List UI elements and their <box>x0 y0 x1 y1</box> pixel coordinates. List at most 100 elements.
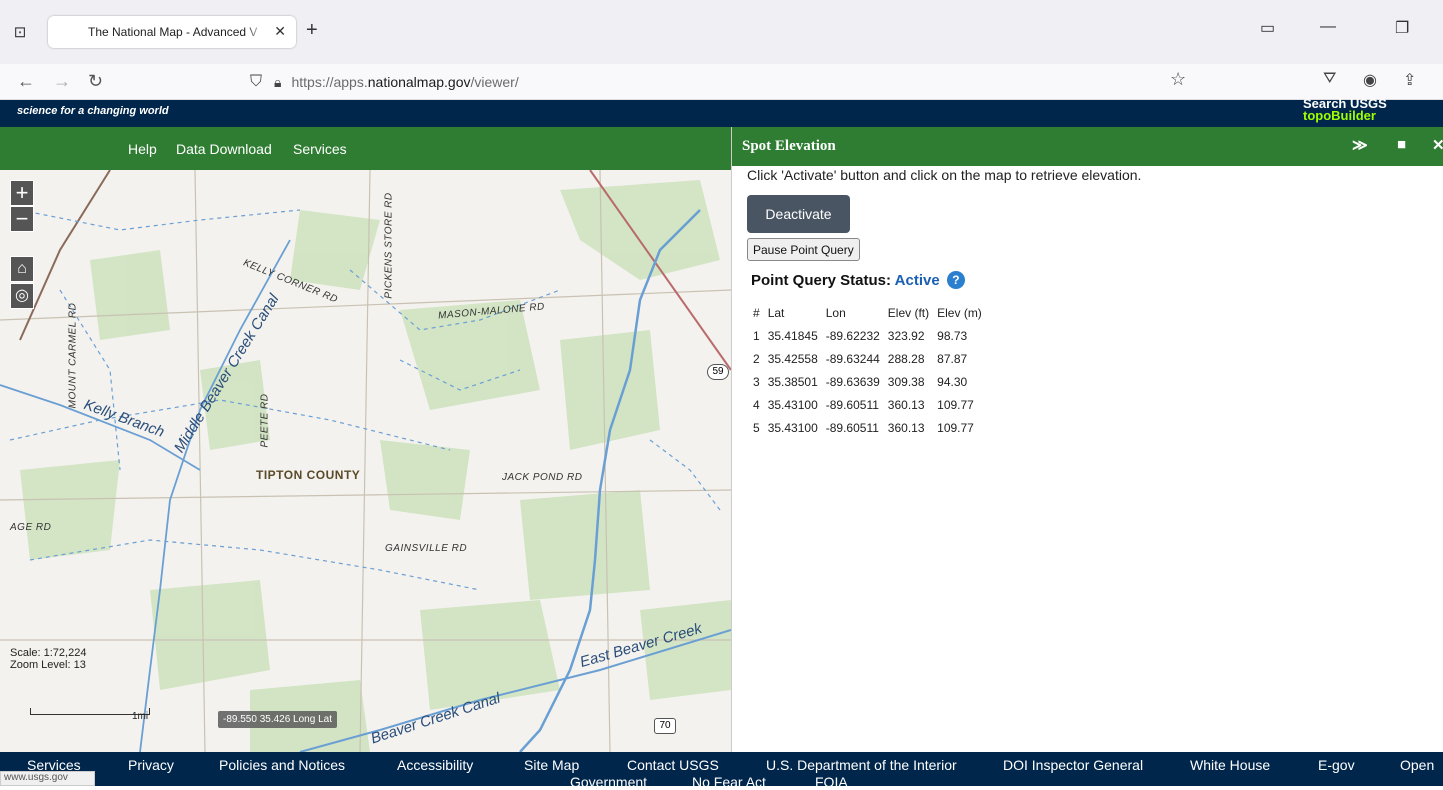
footer-egov-link[interactable]: E-gov <box>1318 757 1355 773</box>
url-domain: nationalmap.gov <box>367 74 471 90</box>
cell: 2 <box>753 351 760 366</box>
point-query-status: Point Query Status: Active ? <box>751 271 965 289</box>
menu-help[interactable]: Help <box>128 141 157 157</box>
footer-foia-link[interactable]: FOIA <box>815 774 848 790</box>
cell: 94.30 <box>937 374 968 389</box>
account-icon[interactable]: ◉ <box>1363 70 1377 90</box>
restore-icon[interactable]: ❐ <box>1395 18 1409 38</box>
shield-icon[interactable]: ⛉ <box>250 73 262 91</box>
footer-open-link[interactable]: Open <box>1400 757 1434 773</box>
browser-tab[interactable]: The National Map - Advanced V ✕ <box>48 16 296 48</box>
column-header: Lat <box>767 305 785 320</box>
browser-navbar: ← → ↻ ⛉ 🔒︎ https://apps.nationalmap.gov/… <box>0 64 1443 100</box>
coordinate-readout: -89.550 35.426 Long Lat <box>218 711 337 728</box>
share-icon[interactable]: ⇪ <box>1403 70 1416 90</box>
table-row: 4 35.43100 -89.60511 360.13 109.77 <box>750 393 987 416</box>
deactivate-button[interactable]: Deactivate <box>747 195 850 233</box>
footer-government-link[interactable]: Government <box>570 774 647 790</box>
cell: 360.13 <box>887 397 925 412</box>
reload-icon[interactable]: ↻ <box>88 71 103 92</box>
road-label: AGE RD <box>10 522 52 533</box>
cell: 4 <box>753 397 760 412</box>
usgs-slogan: science for a changing world <box>17 105 169 117</box>
cell: 5 <box>753 420 760 435</box>
footer-accessibility-link[interactable]: Accessibility <box>397 757 473 773</box>
minimize-icon[interactable]: — <box>1320 18 1336 36</box>
cell: 360.13 <box>887 420 925 435</box>
cell: 309.38 <box>887 374 925 389</box>
cell: 35.38501 <box>767 374 818 389</box>
back-icon[interactable]: ← <box>17 71 35 92</box>
locate-icon[interactable]: ◎ <box>10 283 34 309</box>
cell: 3 <box>753 374 760 389</box>
topobuilder-link[interactable]: topoBuilder <box>1303 108 1376 123</box>
maximize-icon[interactable]: ■ <box>1397 136 1406 153</box>
table-row: 2 35.42558 -89.63244 288.28 87.87 <box>750 347 987 370</box>
footer-doi-link[interactable]: U.S. Department of the Interior <box>766 757 957 773</box>
footer-nofear-link[interactable]: No Fear Act <box>692 774 766 790</box>
url-bar[interactable]: ⛉ 🔒︎ https://apps.nationalmap.gov/viewer… <box>245 66 1195 98</box>
menu-data-download[interactable]: Data Download <box>176 141 272 157</box>
instructions-text: Click 'Activate' button and click on the… <box>747 167 1142 183</box>
zoom-in-button[interactable]: + <box>10 180 34 206</box>
zoom-level-text: Zoom Level: 13 <box>10 659 86 671</box>
footer-privacy-link[interactable]: Privacy <box>128 757 174 773</box>
status-url: www.usgs.gov <box>0 771 95 786</box>
footer-inspector-link[interactable]: DOI Inspector General <box>1003 757 1143 773</box>
footer-whitehouse-link[interactable]: White House <box>1190 757 1270 773</box>
tab-list-icon[interactable]: ⊡ <box>10 22 30 42</box>
elevation-table: # Lat Lon Elev (ft) Elev (m) 1 35.41845 … <box>750 301 987 439</box>
forward-icon[interactable]: → <box>53 71 71 92</box>
cell: 323.92 <box>887 328 925 343</box>
pocket-icon[interactable]: ⛛ <box>1323 70 1336 88</box>
close-icon[interactable]: ✕ <box>274 23 286 40</box>
pause-point-query-button[interactable]: Pause Point Query <box>747 238 860 261</box>
lock-icon[interactable]: 🔒︎ <box>274 74 281 91</box>
cell: 98.73 <box>937 328 968 343</box>
footer-policies-link[interactable]: Policies and Notices <box>219 757 345 773</box>
scale-text: Scale: 1:72,224 <box>10 647 87 659</box>
footer-contact-link[interactable]: Contact USGS <box>627 757 719 773</box>
cell: 35.43100 <box>767 397 818 412</box>
menu-services[interactable]: Services <box>293 141 347 157</box>
table-row: 3 35.38501 -89.63639 309.38 94.30 <box>750 370 987 393</box>
usgs-header: science for a changing world Search USGS… <box>0 96 1443 127</box>
collapse-icon[interactable]: ≫ <box>1352 136 1368 154</box>
road-label: PEETE RD <box>259 393 271 448</box>
route-70-shield: 70 <box>654 718 676 734</box>
road-label: MOUNT CARMEL RD <box>67 302 79 409</box>
column-header: Elev (m) <box>937 305 982 320</box>
cell: 35.42558 <box>767 351 818 366</box>
column-header: Lon <box>825 305 846 320</box>
bookmark-star-icon[interactable]: ☆ <box>1170 69 1186 90</box>
column-header: Elev (ft) <box>887 305 930 320</box>
column-header: # <box>753 305 760 320</box>
new-tab-icon[interactable]: + <box>306 19 318 42</box>
home-icon[interactable]: ⌂ <box>10 256 34 282</box>
scale-unit: 1mi <box>132 711 149 722</box>
status-label: Point Query Status: <box>751 272 892 289</box>
map-canvas[interactable] <box>0 170 731 752</box>
cell: -89.63244 <box>825 351 880 366</box>
window-list-icon[interactable]: ▭ <box>1260 18 1275 38</box>
county-label: TIPTON COUNTY <box>256 468 361 482</box>
panel-header: Spot Elevation ≫ ■ ✕ <box>732 127 1443 166</box>
cell: -89.63639 <box>825 374 880 389</box>
cell: 288.28 <box>887 351 925 366</box>
cell: -89.62232 <box>825 328 880 343</box>
road-label: JACK POND RD <box>502 472 583 483</box>
site-footer: Services Privacy Policies and Notices Ac… <box>0 752 1443 790</box>
cell: -89.60511 <box>825 420 879 435</box>
table-row: 1 35.41845 -89.62232 323.92 98.73 <box>750 324 987 347</box>
map-view[interactable]: KELLY CORNER RD PICKENS STORE RD MASON-M… <box>0 170 731 752</box>
table-header-row: # Lat Lon Elev (ft) Elev (m) <box>750 301 987 324</box>
zoom-out-button[interactable]: − <box>10 206 34 232</box>
footer-sitemap-link[interactable]: Site Map <box>524 757 579 773</box>
cell: 87.87 <box>937 351 968 366</box>
panel-title: Spot Elevation <box>742 138 836 154</box>
close-icon[interactable]: ✕ <box>1432 136 1443 154</box>
cell: 109.77 <box>937 397 974 412</box>
help-icon[interactable]: ? <box>946 271 965 289</box>
url-prefix: https://apps. <box>291 74 368 90</box>
main-menu: Help Data Download Services <box>0 127 731 170</box>
